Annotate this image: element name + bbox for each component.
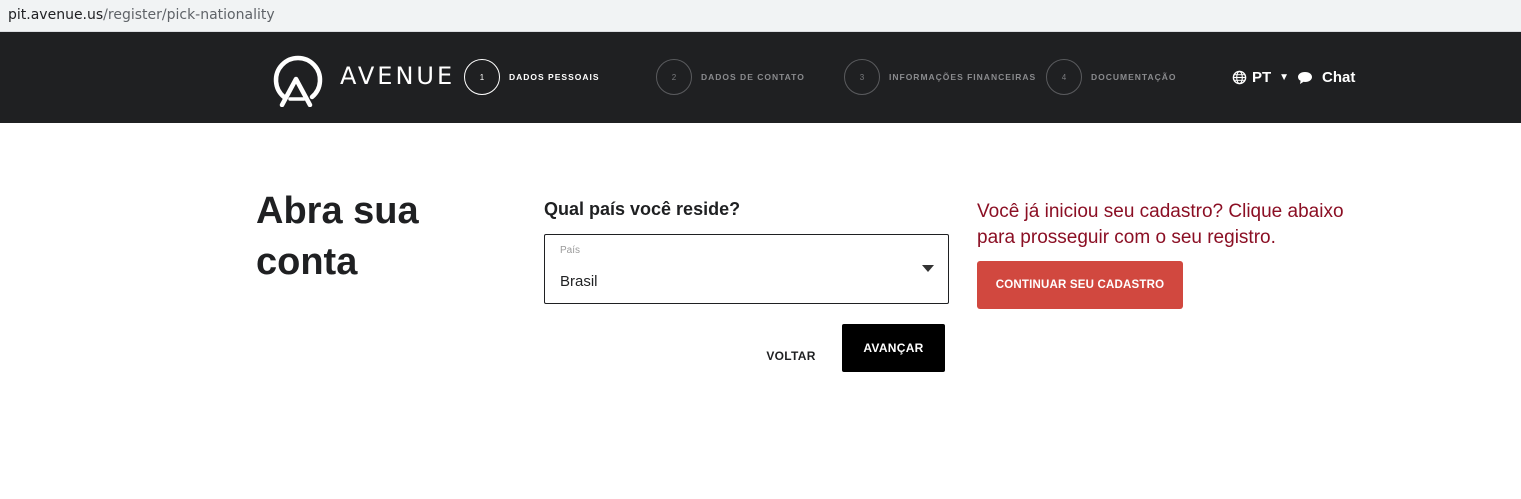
step-number: 1 bbox=[464, 59, 500, 95]
chat-bubble-icon bbox=[1298, 71, 1312, 84]
back-button[interactable]: VOLTAR bbox=[752, 340, 830, 372]
country-field-label: País bbox=[560, 245, 581, 256]
avenue-logo-icon[interactable] bbox=[270, 49, 326, 107]
country-select[interactable]: País Brasil bbox=[544, 234, 949, 304]
language-selector[interactable]: PT ▼ bbox=[1232, 69, 1289, 86]
country-field-value: Brasil bbox=[560, 273, 598, 290]
step-label: DOCUMENTAÇÃO bbox=[1091, 72, 1177, 82]
url-text[interactable]: pit.avenue.us/register/pick-nationality bbox=[8, 7, 275, 23]
continue-registration-button[interactable]: CONTINUAR SEU CADASTRO bbox=[977, 261, 1183, 309]
step-number: 2 bbox=[656, 59, 692, 95]
step-label: INFORMAÇÕES FINANCEIRAS bbox=[889, 72, 1037, 82]
globe-icon bbox=[1232, 70, 1247, 85]
page-title: Abra sua conta bbox=[256, 186, 419, 288]
url-path: /register/pick-nationality bbox=[103, 7, 275, 23]
step-2-dados-de-contato: 2 DADOS DE CONTATO bbox=[656, 58, 805, 96]
step-number: 3 bbox=[844, 59, 880, 95]
page-title-line-1: Abra sua bbox=[256, 190, 419, 232]
resume-notice: Você já iniciou seu cadastro? Clique aba… bbox=[977, 201, 1344, 248]
step-label: DADOS PESSOAIS bbox=[509, 72, 600, 82]
page-title-line-2: conta bbox=[256, 241, 358, 283]
next-button[interactable]: AVANÇAR bbox=[842, 324, 945, 372]
step-number: 4 bbox=[1046, 59, 1082, 95]
dropdown-arrow-icon[interactable] bbox=[922, 265, 934, 272]
top-header: AVENUE 1 DADOS PESSOAIS 2 DADOS DE CONTA… bbox=[0, 32, 1521, 123]
step-label: DADOS DE CONTATO bbox=[701, 72, 805, 82]
brand-name: AVENUE bbox=[340, 62, 456, 90]
chat-label: Chat bbox=[1322, 69, 1356, 86]
browser-address-bar[interactable]: pit.avenue.us/register/pick-nationality bbox=[0, 0, 1521, 32]
language-code: PT bbox=[1252, 69, 1272, 86]
step-3-informacoes-financeiras: 3 INFORMAÇÕES FINANCEIRAS bbox=[844, 58, 1036, 96]
url-host: pit.avenue.us bbox=[8, 7, 104, 23]
country-question: Qual país você reside? bbox=[544, 199, 741, 219]
caret-down-icon: ▼ bbox=[1279, 72, 1290, 83]
step-1-dados-pessoais: 1 DADOS PESSOAIS bbox=[464, 58, 600, 96]
chat-button[interactable]: Chat bbox=[1297, 69, 1355, 86]
step-4-documentacao: 4 DOCUMENTAÇÃO bbox=[1046, 58, 1177, 96]
